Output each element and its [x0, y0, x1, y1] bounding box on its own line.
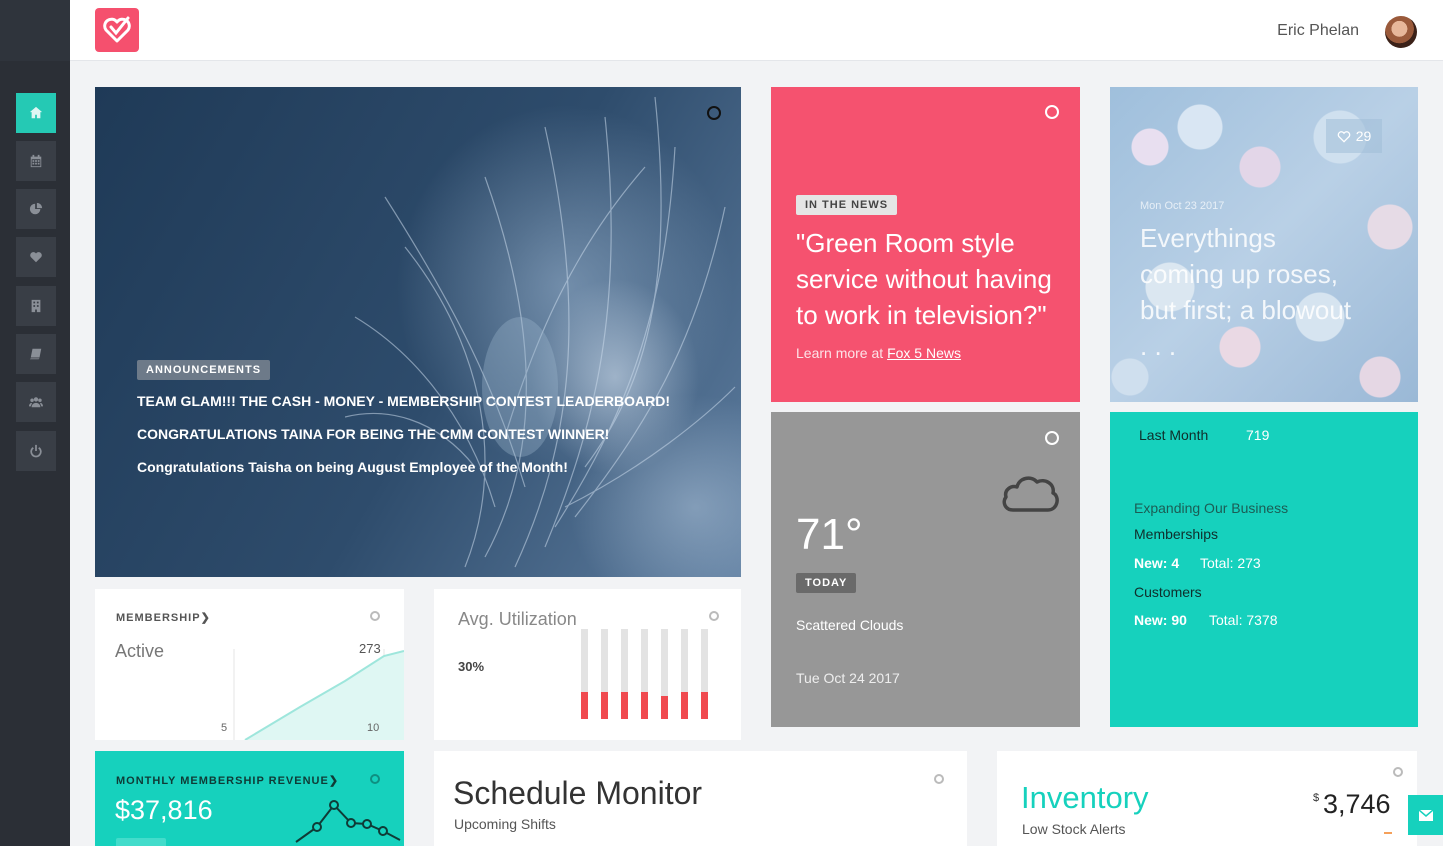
x-axis-label: 5	[221, 722, 228, 734]
card-menu-dot[interactable]	[934, 774, 944, 784]
users-icon	[29, 397, 43, 408]
revenue-card: MONTHLY MEMBERSHIP REVENUE❯ $37,816	[95, 751, 404, 846]
revenue-head-label: MONTHLY MEMBERSHIP REVENUE	[116, 775, 329, 787]
sidebar-logo-zone	[0, 0, 70, 61]
utilization-bar-fill	[681, 692, 688, 719]
card-menu-dot[interactable]	[370, 774, 380, 784]
revenue-amount: $37,816	[115, 795, 213, 825]
sidebar-item-book[interactable]	[16, 334, 56, 374]
announcements-card: ANNOUNCEMENTS TEAM GLAM!!! THE CASH - MO…	[95, 87, 741, 577]
power-icon	[30, 444, 42, 458]
message-button[interactable]	[1408, 795, 1443, 835]
card-menu-dot[interactable]	[1393, 767, 1403, 777]
inventory-title: Inventory	[1021, 780, 1149, 815]
sidebar-item-reports[interactable]	[16, 189, 56, 229]
business-stats-card: Last Month 719 Expanding Our Business Me…	[1110, 412, 1418, 727]
hero-image	[345, 96, 736, 568]
utilization-bar-fill	[701, 692, 708, 719]
news-source-link[interactable]: Fox 5 News	[887, 345, 961, 361]
schedule-monitor-card: Schedule Monitor Upcoming Shifts	[434, 751, 967, 846]
likes-count: 29	[1355, 128, 1372, 144]
chevron-right-icon: ❯	[328, 775, 340, 787]
utilization-card: Avg. Utilization 30%	[434, 589, 741, 740]
utilization-bar-fill	[641, 692, 648, 719]
sidebar-item-team[interactable]	[16, 382, 56, 422]
weather-condition: Scattered Clouds	[796, 617, 904, 633]
temperature: 71°	[796, 510, 863, 559]
avatar[interactable]	[1385, 16, 1417, 48]
membership-card: MEMBERSHIP❯ Active 273 5 10	[95, 589, 404, 740]
revenue-sparkline	[295, 800, 401, 843]
sidebar-item-building[interactable]	[16, 286, 56, 326]
brand-logo[interactable]	[95, 8, 139, 52]
news-tag: IN THE NEWS	[796, 195, 898, 215]
envelope-icon	[1418, 809, 1433, 821]
inventory-card: Inventory Low Stock Alerts $ 3,746	[997, 751, 1417, 846]
utilization-bar-fill	[601, 692, 608, 719]
membership-sparkline	[233, 649, 404, 740]
utilization-bar-fill	[661, 696, 668, 719]
customers-label: Customers	[1134, 584, 1202, 600]
sidebar-item-favorites[interactable]	[16, 237, 56, 277]
sidebar-item-calendar[interactable]	[16, 141, 56, 181]
inventory-trend-mark	[1384, 832, 1392, 834]
news-more-prefix: Learn more at	[796, 345, 888, 361]
schedule-title: Schedule Monitor	[453, 775, 703, 811]
heart-icon	[30, 252, 42, 263]
utilization-bars	[581, 629, 708, 719]
inventory-subtitle: Low Stock Alerts	[1022, 821, 1126, 837]
sidebar	[0, 0, 70, 846]
memberships-label: Memberships	[1134, 526, 1219, 542]
weather-card: 71° TODAY Scattered Clouds Tue Oct 24 20…	[771, 412, 1080, 727]
building-icon	[31, 299, 41, 313]
post-title: Everythings coming up roses, but first; …	[1140, 223, 1351, 361]
cloud-icon	[1002, 476, 1059, 512]
announcements-tag: ANNOUNCEMENTS	[137, 360, 271, 380]
blog-post-card[interactable]: 29 Mon Oct 23 2017 Everythings coming up…	[1110, 87, 1418, 402]
inventory-value: 3,746	[1323, 789, 1391, 819]
card-menu-dot[interactable]	[1045, 105, 1059, 119]
news-card: IN THE NEWS "Green Room style service wi…	[771, 87, 1080, 402]
utilization-bar-fill	[621, 692, 628, 719]
memberships-total: Total: 273	[1200, 555, 1261, 571]
heart-outline-icon	[1337, 130, 1351, 143]
memberships-new: New: 4	[1134, 555, 1180, 571]
news-quote: "Green Room style service without having…	[796, 228, 1052, 330]
weather-date: Tue Oct 24 2017	[796, 670, 900, 686]
utilization-bar-fill	[581, 692, 588, 719]
news-more: Learn more at Fox 5 News	[796, 345, 961, 361]
revenue-head[interactable]: MONTHLY MEMBERSHIP REVENUE❯	[116, 774, 339, 787]
announcement-line: Congratulations Taisha on being August E…	[137, 459, 568, 475]
announcement-line: CONGRATULATIONS TAINA FOR BEING THE CMM …	[137, 426, 610, 442]
customers-new: New: 90	[1134, 612, 1187, 628]
customers-total: Total: 7378	[1209, 612, 1278, 628]
today-tag: TODAY	[796, 573, 857, 593]
calendar-icon	[30, 154, 42, 168]
top-header: Eric Phelan	[70, 0, 1443, 61]
home-icon	[29, 106, 43, 119]
section-title: Expanding Our Business	[1134, 500, 1289, 516]
heart-check-logo-icon	[103, 16, 131, 43]
revenue-change-badge	[116, 838, 166, 846]
schedule-subtitle: Upcoming Shifts	[454, 816, 556, 832]
likes-badge[interactable]: 29	[1326, 119, 1382, 153]
announcement-line: TEAM GLAM!!! THE CASH - MONEY - MEMBERSH…	[137, 393, 671, 409]
currency-symbol: $	[1313, 792, 1320, 804]
post-date: Mon Oct 23 2017	[1140, 200, 1225, 212]
pie-chart-icon	[29, 202, 43, 215]
sidebar-item-home[interactable]	[16, 93, 56, 133]
last-month-label: Last Month	[1139, 427, 1209, 443]
card-menu-dot[interactable]	[707, 106, 721, 120]
last-month-value: 719	[1246, 427, 1270, 443]
book-icon	[29, 348, 42, 360]
user-name[interactable]: Eric Phelan	[1277, 22, 1359, 40]
card-menu-dot[interactable]	[1045, 431, 1059, 445]
sidebar-item-logout[interactable]	[16, 431, 56, 471]
x-axis-label: 10	[367, 722, 380, 734]
